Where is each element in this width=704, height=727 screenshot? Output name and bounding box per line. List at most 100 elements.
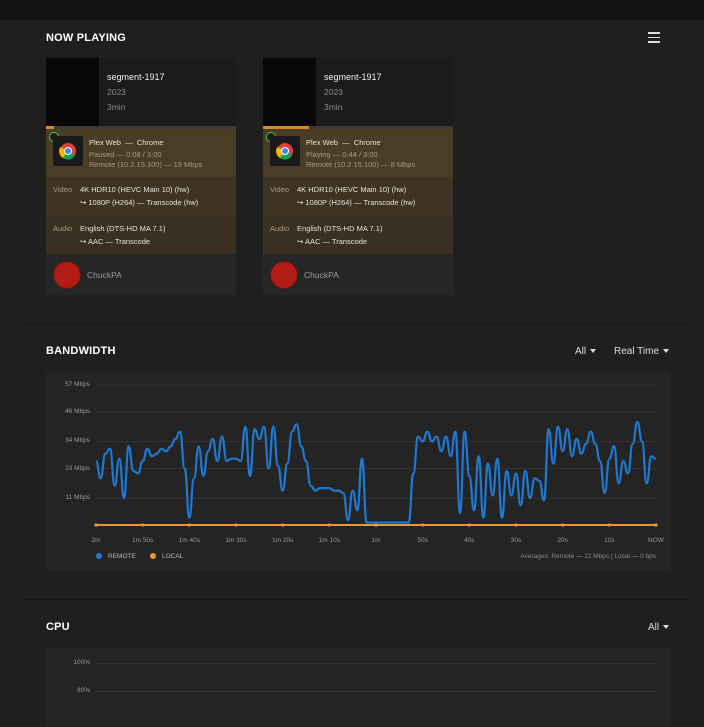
y-tick-label: 57 Mbps (65, 381, 90, 388)
x-tick-label: 1m (371, 537, 381, 544)
x-tick-label: 40s (464, 537, 475, 544)
x-tick-label: 1m 10s (318, 537, 340, 544)
video-label: Video (53, 185, 73, 194)
cpu-y-tick: 80% (76, 687, 90, 694)
local-point (561, 523, 565, 527)
bandwidth-filter-dropdown[interactable]: All (575, 346, 597, 357)
chevron-down-icon (663, 349, 670, 354)
user-avatar[interactable] (270, 261, 298, 289)
chevron-down-icon (663, 625, 670, 630)
session-card[interactable]: segment-1917 2023 3min Plex Web — Chrome… (263, 58, 453, 295)
local-point (327, 523, 331, 527)
audio-source: English (DTS-HD MA 7.1) (80, 224, 166, 233)
audio-band (263, 216, 453, 254)
top-bar (0, 0, 704, 20)
video-band (263, 177, 453, 216)
media-year: 2023 (107, 87, 126, 97)
video-band (46, 177, 236, 216)
bandwidth-range-value: Real Time (614, 346, 660, 357)
local-point (187, 523, 191, 527)
audio-label: Audio (270, 224, 290, 233)
audio-label: Audio (53, 224, 73, 233)
cpu-y-tick: 100% (73, 659, 90, 666)
local-point (141, 523, 145, 527)
local-point (94, 523, 98, 527)
location: Remote (10.2.15.100) — 19 Mbps (89, 160, 203, 169)
local-point (607, 523, 611, 527)
video-target: ↪ 1080P (H264) — Transcode (hw) (80, 198, 199, 207)
x-tick-label: 1m 50s (131, 537, 154, 544)
bandwidth-filter-value: All (575, 346, 587, 357)
user-name[interactable]: ChuckPA (87, 270, 122, 280)
location: Remote (10.2.15.100) — 8 Mbps (306, 160, 416, 169)
x-tick-label: 10s (604, 537, 615, 544)
separator: — (342, 138, 350, 147)
x-tick-label: NOW (648, 537, 664, 544)
cpu-chart[interactable]: 100% 80% (46, 647, 670, 727)
x-tick-label: 2m (91, 537, 101, 544)
bandwidth-chart[interactable]: 57 Mbps 46 Mbps 34 Mbps 23 Mbps 11 Mbps 2m 1m… (46, 371, 670, 570)
media-title: segment-1917 (324, 72, 382, 82)
local-point (654, 523, 658, 527)
player-name: Plex Web (89, 138, 121, 147)
bandwidth-range-dropdown[interactable]: Real Time (614, 346, 670, 357)
session-card[interactable]: segment-1917 2023 3min Plex Web — Chrome… (46, 58, 236, 295)
cpu-filter-dropdown[interactable]: All (648, 622, 670, 633)
poster (46, 58, 99, 126)
local-point (374, 523, 378, 527)
playback-state: Playing — 0:44 / 3:00 (306, 150, 378, 159)
y-tick-label: 11 Mbps (65, 493, 90, 501)
audio-target: ↪ AAC — Transcode (297, 237, 368, 246)
legend-local[interactable]: LOCAL (150, 553, 183, 560)
user-name[interactable]: ChuckPA (304, 270, 339, 280)
cpu-gridline (96, 691, 656, 692)
chevron-down-icon (590, 349, 597, 354)
chrome-icon (270, 136, 300, 166)
player-name: Plex Web (306, 138, 338, 147)
chrome-icon (53, 136, 83, 166)
local-dot-icon (150, 553, 156, 560)
y-tick-label: 34 Mbps (65, 437, 90, 445)
media-title: segment-1917 (107, 72, 165, 82)
x-tick-label: 1m 20s (271, 537, 294, 544)
section-divider (26, 323, 691, 324)
media-duration: 3min (107, 102, 126, 112)
local-point (514, 523, 518, 527)
remote-dot-icon (96, 553, 102, 560)
video-label: Video (270, 185, 290, 194)
x-tick-label: 20s (557, 537, 568, 544)
poster (263, 58, 316, 126)
list-view-icon[interactable] (648, 32, 660, 44)
bandwidth-title: BANDWIDTH (46, 345, 116, 357)
x-tick-label: 1m 40s (178, 537, 200, 544)
browser-name: Chrome (353, 138, 381, 147)
video-source: 4K HDR10 (HEVC Main 10) (hw) (80, 185, 190, 194)
local-point (421, 523, 425, 527)
browser-name: Chrome (136, 138, 164, 147)
y-tick-label: 46 Mbps (65, 408, 90, 416)
video-target: ↪ 1080P (H264) — Transcode (hw) (297, 198, 416, 207)
legend-local-label: LOCAL (162, 553, 184, 560)
audio-target: ↪ AAC — Transcode (80, 237, 151, 246)
cpu-filter-value: All (648, 622, 660, 633)
now-playing-title: NOW PLAYING (46, 32, 127, 44)
separator: — (125, 138, 133, 147)
cpu-title: CPU (46, 621, 70, 633)
x-tick-label: 30s (510, 537, 522, 544)
section-divider (26, 599, 691, 600)
x-tick-label: 50s (417, 537, 428, 544)
video-source: 4K HDR10 (HEVC Main 10) (hw) (297, 185, 407, 194)
media-year: 2023 (324, 87, 343, 97)
y-tick-label: 23 Mbps (65, 464, 90, 472)
legend-remote-label: REMOTE (108, 553, 136, 560)
legend-remote[interactable]: REMOTE (96, 553, 136, 560)
user-avatar[interactable] (53, 261, 81, 289)
local-point (467, 523, 471, 527)
playback-state: Paused — 0:08 / 3:00 (89, 150, 162, 159)
audio-band (46, 216, 236, 254)
x-tick-label: 1m 30s (225, 537, 247, 544)
media-duration: 3min (324, 102, 343, 112)
local-point (234, 523, 238, 527)
audio-source: English (DTS-HD MA 7.1) (297, 224, 383, 233)
series-remote-line (94, 420, 657, 524)
